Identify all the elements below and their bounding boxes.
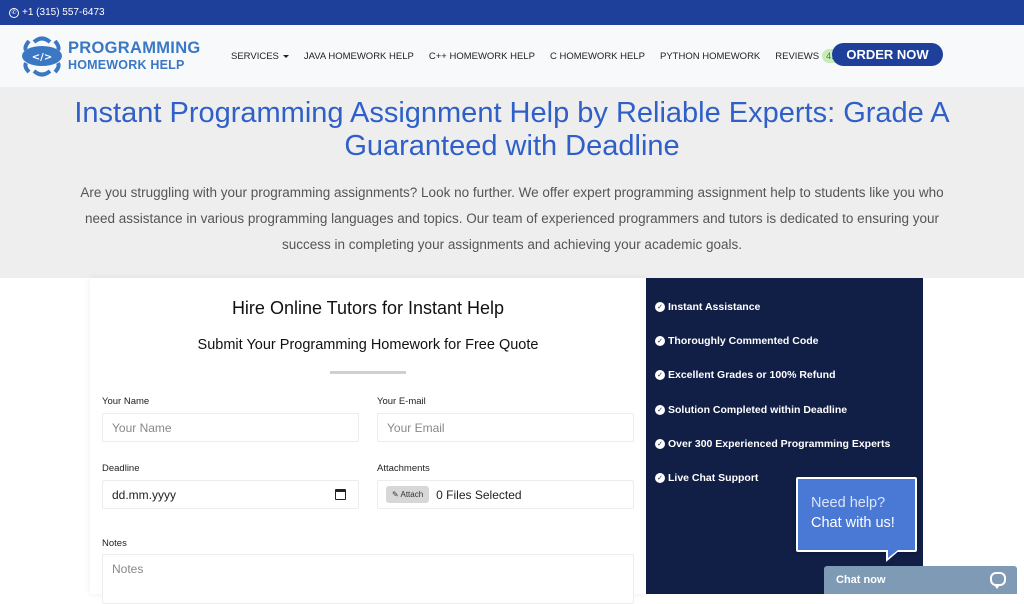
logo-line-2: HOMEWORK HELP — [68, 58, 185, 73]
email-input[interactable]: Your Email — [377, 413, 634, 442]
feature-text: Over 300 Experienced Programming Experts — [668, 438, 891, 450]
nav-item-python[interactable]: PYTHON HOMEWORK — [660, 51, 760, 62]
phone-number[interactable]: +1 (315) 557-6473 — [22, 7, 105, 18]
feature-item: ✓ Solution Completed within Deadline — [655, 404, 847, 416]
name-input[interactable]: Your Name — [102, 413, 359, 442]
check-circle-icon: ✓ — [655, 370, 665, 380]
nav-item-java[interactable]: JAVA HOMEWORK HELP — [304, 51, 414, 62]
nav-item-cpp[interactable]: C++ HOMEWORK HELP — [429, 51, 535, 62]
nav-item-label: PYTHON HOMEWORK — [659, 50, 761, 62]
hero-section: Instant Programming Assignment Help by R… — [0, 87, 1024, 278]
feature-item: ✓ Instant Assistance — [655, 301, 760, 313]
chat-bubble-icon — [990, 572, 1006, 589]
feature-item: ✓ Live Chat Support — [655, 472, 758, 484]
notes-placeholder: Notes — [112, 562, 144, 576]
check-circle-icon: ✓ — [655, 405, 665, 415]
whatsapp-icon: ✆ — [9, 7, 19, 18]
logo-line-1: PROGRAMMING — [68, 38, 201, 57]
nav-item-services[interactable]: SERVICES — [231, 51, 289, 62]
attachments-field: ✎ Attach 0 Files Selected — [377, 480, 634, 509]
hero-description: Are you struggling with your programming… — [80, 185, 944, 252]
nav-item-label: C++ HOMEWORK HELP — [428, 50, 535, 62]
deadline-value: dd.mm.yyyy — [112, 487, 177, 502]
chat-now-label: Chat now — [836, 574, 886, 586]
nav-item-c[interactable]: C HOMEWORK HELP — [550, 51, 645, 62]
feature-text: Live Chat Support — [668, 472, 759, 484]
deadline-date-input[interactable]: dd.mm.yyyy — [102, 480, 359, 509]
quote-form-card: Hire Online Tutors for Instant Help Subm… — [90, 278, 646, 604]
nav-item-label: REVIEWS — [775, 50, 820, 62]
chat-now-bar[interactable]: Chat now — [824, 566, 1017, 594]
email-label: Your E-mail — [377, 396, 426, 407]
form-title: Hire Online Tutors for Instant Help — [231, 298, 505, 318]
name-label: Your Name — [102, 396, 150, 407]
order-now-button[interactable]: ORDER NOW — [832, 43, 943, 66]
main-nav: SERVICES JAVA HOMEWORK HELP C++ HOMEWORK… — [231, 25, 865, 87]
name-placeholder: Your Name — [112, 420, 172, 435]
nav-item-label: SERVICES — [231, 50, 279, 62]
feature-item: ✓ Excellent Grades or 100% Refund — [655, 369, 835, 381]
feature-item: ✓ Thoroughly Commented Code — [655, 335, 819, 347]
caret-down-icon — [282, 54, 289, 58]
page-title: Instant Programming Assignment Help by R… — [74, 97, 950, 162]
top-bar: ✆ +1 (315) 557-6473 — [0, 0, 1024, 25]
check-circle-icon: ✓ — [655, 302, 665, 312]
deadline-label: Deadline — [102, 463, 140, 474]
email-placeholder: Your Email — [387, 420, 445, 435]
check-circle-icon: ✓ — [655, 473, 665, 483]
check-circle-icon: ✓ — [655, 439, 665, 449]
svg-text:</>: </> — [32, 52, 52, 63]
notes-textarea[interactable]: Notes — [102, 554, 634, 604]
site-logo[interactable]: </> PROGRAMMING HOMEWORK HELP — [20, 33, 201, 79]
feature-text: Thoroughly Commented Code — [668, 335, 819, 347]
chat-bubble-question: Need help? — [811, 495, 886, 511]
bubble-tail-fill — [888, 550, 898, 558]
chat-invite-bubble[interactable]: Need help? Chat with us! — [796, 477, 917, 552]
feature-text: Instant Assistance — [668, 301, 761, 313]
form-subtitle: Submit Your Programming Homework for Fre… — [197, 337, 539, 353]
notes-label: Notes — [102, 538, 127, 549]
files-selected-status: 0 Files Selected — [436, 487, 522, 502]
attachments-label: Attachments — [377, 463, 430, 474]
check-circle-icon: ✓ — [655, 336, 665, 346]
attach-button[interactable]: ✎ Attach — [386, 486, 430, 503]
feature-text: Excellent Grades or 100% Refund — [668, 369, 836, 381]
nav-item-label: JAVA HOMEWORK HELP — [303, 50, 414, 62]
divider — [330, 371, 406, 374]
nav-item-label: C HOMEWORK HELP — [549, 50, 645, 62]
feature-text: Solution Completed within Deadline — [668, 404, 848, 416]
feature-item: ✓ Over 300 Experienced Programming Expert… — [655, 438, 890, 450]
calendar-icon[interactable] — [335, 489, 346, 500]
chat-bubble-cta: Chat with us! — [811, 515, 895, 531]
logo-globe-icon: </> — [22, 36, 62, 77]
